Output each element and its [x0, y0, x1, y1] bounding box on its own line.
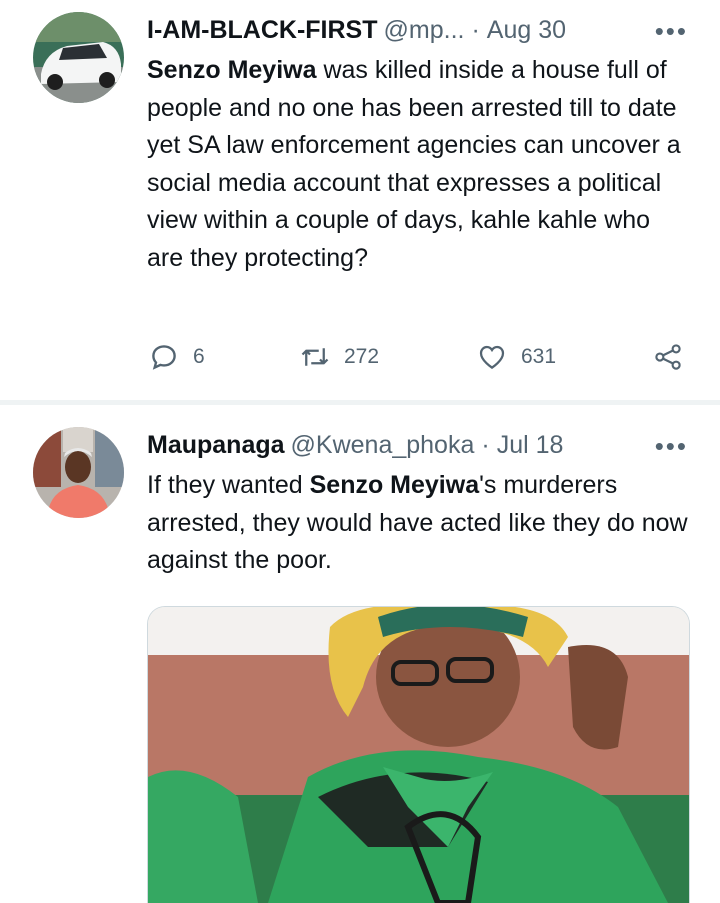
- user-handle[interactable]: @Kwena_phoka: [291, 431, 475, 460]
- like-button[interactable]: 631: [477, 342, 556, 372]
- tweet-actions: 6 272 631: [147, 342, 687, 382]
- mention-bold: Senzo Meyiwa: [147, 56, 317, 84]
- tweet-2[interactable]: Maupanaga @Kwena_phoka · Jul 18 ••• If t…: [0, 405, 720, 903]
- tweet-text: If they wanted Senzo Meyiwa's murderers …: [147, 467, 688, 580]
- more-icon[interactable]: •••: [655, 16, 688, 47]
- avatar[interactable]: [33, 427, 124, 518]
- avatar[interactable]: [33, 12, 124, 103]
- separator-dot: ·: [481, 430, 490, 459]
- retweet-icon: [301, 348, 329, 366]
- share-icon: [655, 344, 681, 370]
- like-count: 631: [521, 345, 557, 368]
- reply-icon: [152, 345, 176, 370]
- like-icon: [479, 345, 505, 369]
- mention-bold: Senzo Meyiwa: [309, 471, 480, 499]
- retweet-count: 272: [344, 345, 380, 368]
- tweet-text-pre: If they wanted: [147, 471, 310, 499]
- display-name[interactable]: I-AM-BLACK-FIRST: [147, 16, 378, 45]
- more-icon[interactable]: •••: [655, 431, 688, 462]
- tweet-date[interactable]: Aug 30: [487, 16, 566, 45]
- tweet-text-rest: was killed inside a house full of people…: [147, 56, 681, 272]
- retweet-button[interactable]: 272: [300, 342, 379, 372]
- share-button[interactable]: [653, 342, 683, 372]
- separator-dot: ·: [471, 15, 480, 44]
- tweet-image[interactable]: [147, 606, 690, 903]
- tweet-text: Senzo Meyiwa was killed inside a house f…: [147, 52, 688, 277]
- reply-button[interactable]: 6: [149, 342, 205, 372]
- tweet-1[interactable]: I-AM-BLACK-FIRST @mp... · Aug 30 ••• Sen…: [0, 0, 720, 402]
- reply-count: 6: [193, 345, 205, 368]
- display-name[interactable]: Maupanaga: [147, 431, 285, 460]
- tweet-date[interactable]: Jul 18: [497, 431, 564, 460]
- user-handle[interactable]: @mp...: [384, 16, 465, 45]
